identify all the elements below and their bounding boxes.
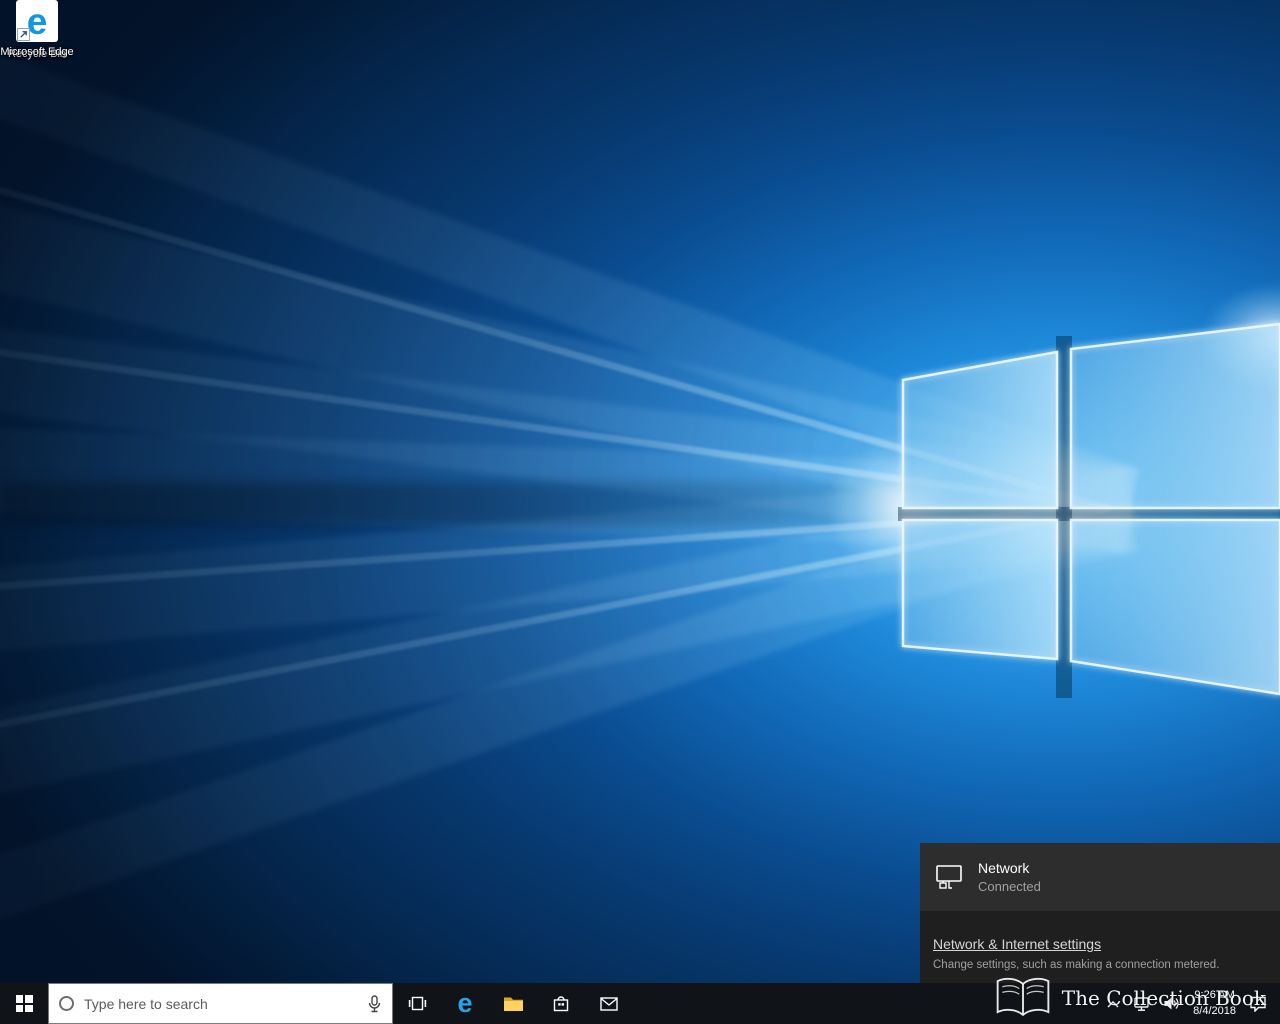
ethernet-icon — [936, 865, 962, 889]
cortana-icon — [59, 996, 74, 1011]
network-tray-icon[interactable] — [1133, 996, 1150, 1012]
taskbar-clock[interactable]: 9:26 AM 8/4/2018 — [1193, 988, 1236, 1019]
search-input[interactable] — [84, 995, 357, 1012]
desktop-icon-label: Microsoft Edge — [0, 46, 74, 58]
start-button[interactable] — [0, 983, 48, 1024]
clock-date: 8/4/2018 — [1193, 1004, 1236, 1017]
network-internet-settings-link[interactable]: Network & Internet settings — [933, 936, 1101, 952]
system-tray: 9:26 AM 8/4/2018 — [1106, 983, 1280, 1024]
file-explorer-icon — [503, 997, 523, 1011]
volume-icon[interactable] — [1163, 996, 1180, 1011]
desktop-icon-microsoft-edge[interactable]: e Microsoft Edge — [0, 0, 74, 59]
clock-time: 9:26 AM — [1194, 989, 1235, 1002]
mail-icon — [600, 996, 618, 1011]
taskbar-store-button[interactable] — [537, 983, 585, 1024]
network-flyout-footer: Network & Internet settings Change setti… — [933, 936, 1268, 971]
microphone-icon[interactable] — [367, 994, 382, 1013]
network-name: Network — [978, 860, 1030, 876]
network-item-text: Network Connected — [978, 860, 1041, 894]
network-status: Connected — [978, 879, 1041, 894]
taskbar-edge-button[interactable]: e — [441, 983, 489, 1024]
network-flyout: Network Connected Network & Internet set… — [920, 843, 1280, 983]
shortcut-arrow-icon — [17, 28, 30, 41]
taskbar-file-explorer-button[interactable] — [489, 983, 537, 1024]
task-view-icon — [408, 996, 426, 1011]
windows-logo-icon — [15, 995, 33, 1012]
taskbar: e 9:26 AM — [0, 983, 1280, 1024]
taskbar-search[interactable] — [48, 983, 393, 1024]
network-connection-item[interactable]: Network Connected — [920, 843, 1280, 911]
chevron-up-icon[interactable] — [1106, 999, 1120, 1009]
edge-icon: e — [16, 0, 58, 42]
network-settings-description: Change settings, such as making a connec… — [933, 959, 1220, 971]
action-center-icon[interactable] — [1249, 995, 1267, 1012]
store-icon — [553, 995, 569, 1011]
task-view-button[interactable] — [393, 983, 441, 1024]
taskbar-mail-button[interactable] — [585, 983, 633, 1024]
edge-icon: e — [457, 988, 473, 1018]
